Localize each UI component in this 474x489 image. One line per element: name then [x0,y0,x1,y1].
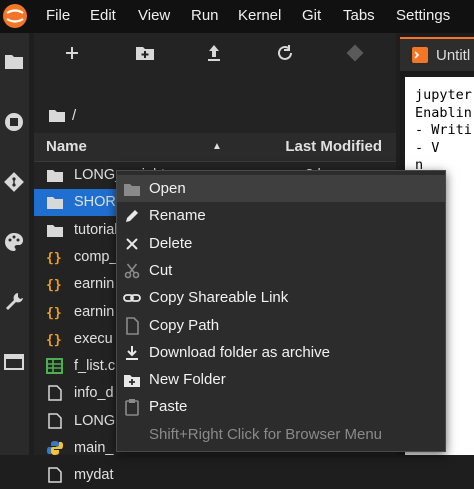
json-file-icon: {} [46,304,64,321]
git-clone-icon[interactable] [344,42,366,64]
context-menu-label: Rename [149,207,206,225]
download-icon [123,344,141,362]
terminal-line: - Writi [415,122,472,138]
upload-icon[interactable] [203,42,225,64]
context-menu-item-copy-path[interactable]: Copy Path [117,312,445,339]
file-name: mydat [74,467,114,484]
folder-icon[interactable] [3,50,25,72]
paste-icon [123,398,141,417]
new-launcher-icon[interactable] [61,42,83,64]
name-column-header[interactable]: Name [46,138,87,155]
close-icon [123,235,141,253]
svg-text:{}: {} [46,306,62,320]
file-icon [46,467,64,484]
file-icon [123,316,141,335]
json-file-icon: {} [46,249,64,266]
pencil-icon [123,207,141,225]
context-menu-item-delete[interactable]: Delete [117,230,445,257]
context-menu-label: Download folder as archive [149,343,330,361]
context-menu-item-cut[interactable]: Cut [117,257,445,284]
folder-icon [46,222,64,238]
file-name: info_d [74,385,114,402]
file-icon [46,412,64,429]
menu-tabs[interactable]: Tabs [343,7,375,24]
folder-icon [46,167,64,183]
context-menu-label: Copy Shareable Link [149,289,289,307]
menu-edit[interactable]: Edit [90,7,116,24]
file-name: f_list.c [74,358,116,375]
file-icon [46,385,64,402]
menu-settings[interactable]: Settings [396,7,450,24]
context-menu-item-new-folder[interactable]: New Folder [117,366,445,393]
folder-icon [49,110,65,122]
wrench-icon[interactable] [3,291,25,313]
svg-text:{}: {} [46,251,62,265]
file-name: main_ [74,440,114,456]
terminal-line: jupyter [415,87,472,103]
breadcrumb[interactable]: / [48,107,76,124]
tab-label: Untitl [436,47,471,64]
breadcrumb-root[interactable]: / [72,107,76,124]
jupyter-logo-icon[interactable] [2,3,28,29]
file-name: earnin [74,276,115,293]
json-file-icon: {} [46,276,64,293]
terminal-line: - V [415,139,440,156]
tab-untitled[interactable]: Untitl [400,37,474,71]
palette-icon[interactable] [3,231,25,253]
python-icon [46,440,64,456]
new-folder-icon[interactable] [134,42,156,64]
file-name: comp_ [74,248,118,265]
menu-bar: File Edit View Run Kernel Git Tabs Setti… [0,0,474,33]
file-name: LONG [74,412,116,429]
tabs-icon[interactable] [3,351,25,373]
sort-ascending-icon: ▲ [212,141,222,152]
json-file-icon: {} [46,331,64,348]
file-name: tutorial [74,221,118,238]
context-menu-item-paste[interactable]: Paste [117,393,445,420]
last-modified-column-header[interactable]: Last Modified [285,138,382,155]
context-menu-label: Open [149,180,186,197]
svg-text:{}: {} [46,333,62,347]
left-sidebar [0,33,29,455]
file-row[interactable]: mydat [34,462,396,489]
terminal-line: Enablin [415,104,472,121]
git-icon[interactable] [3,171,25,193]
file-name: earnin [74,303,115,320]
context-menu-label: Shift+Right Click for Browser Menu [149,425,382,443]
context-menu-item-shift-right-click-for-browser-menu: Shift+Right Click for Browser Menu [117,421,445,448]
folder-icon [123,180,141,198]
context-menu-label: Delete [149,234,193,252]
terminal-icon [412,47,428,63]
folder-icon [46,194,64,210]
menu-git[interactable]: Git [302,7,321,24]
scissors-icon [123,262,141,280]
menu-kernel[interactable]: Kernel [238,7,281,24]
context-menu-item-download-folder-as-archive[interactable]: Download folder as archive [117,339,445,366]
running-icon[interactable] [3,111,25,133]
spreadsheet-icon [46,358,64,375]
context-menu-label: Copy Path [149,316,220,334]
context-menu-label: New Folder [149,371,226,389]
context-menu-item-copy-shareable-link[interactable]: Copy Shareable Link [117,284,445,311]
file-list-header: Name ▲ Last Modified [34,133,396,162]
context-menu-label: Cut [149,261,173,279]
link-icon [123,289,141,307]
context-menu-label: Paste [149,398,188,416]
menu-view[interactable]: View [138,7,170,24]
menu-file[interactable]: File [46,7,70,24]
file-name: execu [74,330,113,347]
svg-text:{}: {} [46,278,62,292]
menu-run[interactable]: Run [191,7,219,24]
context-menu-item-rename[interactable]: Rename [117,202,445,229]
context-menu-item-open[interactable]: Open [117,175,445,202]
refresh-icon[interactable] [274,42,296,64]
context-menu: Open Rename Delete Cut Copy Shareable Link Co… [116,170,446,452]
new-folder-icon [123,371,141,389]
